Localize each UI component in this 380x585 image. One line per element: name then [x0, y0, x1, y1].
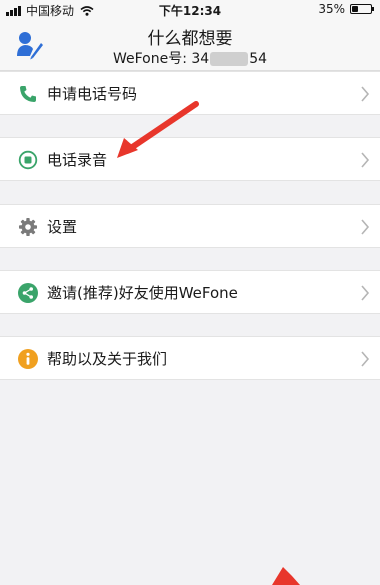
menu-item-invite-friends[interactable]: 邀请(推荐)好友使用WeFone: [0, 270, 380, 314]
chevron-right-icon: [361, 152, 370, 168]
wefone-id-suffix: 54: [249, 51, 268, 67]
battery-percent: 35%: [318, 2, 345, 16]
profile-name: 什么都想要: [147, 29, 233, 49]
menu-item-call-recording[interactable]: 电话录音: [0, 137, 380, 181]
chevron-right-icon: [361, 351, 370, 367]
chevron-right-icon: [361, 86, 370, 102]
wefone-id: WeFone号: 34 54: [0, 48, 380, 68]
battery-icon: [350, 4, 374, 14]
battery-fill: [352, 6, 359, 12]
menu-item-help-about[interactable]: 帮助以及关于我们: [0, 336, 380, 380]
menu-item-label: 电话录音: [47, 151, 108, 169]
chevron-right-icon: [361, 285, 370, 301]
status-bar: 中国移动 下午12:34 35%: [0, 0, 380, 18]
chevron-right-icon: [361, 219, 370, 235]
menu-item-apply-number[interactable]: 申请电话号码: [0, 71, 380, 115]
menu-item-label: 帮助以及关于我们: [47, 350, 168, 368]
profile-header: 什么都想要 WeFone号: 34 54: [0, 18, 380, 71]
gear-icon: [19, 218, 37, 236]
wefone-id-prefix: WeFone号: 34: [112, 51, 210, 67]
menu-item-label: 设置: [47, 218, 78, 236]
redacted-block: [210, 52, 249, 66]
status-right: 35%: [318, 2, 374, 16]
menu-item-label: 申请电话号码: [47, 85, 138, 103]
record-icon: [18, 150, 38, 170]
menu-item-settings[interactable]: 设置: [0, 204, 380, 248]
share-icon: [18, 283, 38, 303]
menu-item-label: 邀请(推荐)好友使用WeFone: [47, 284, 238, 302]
phone-icon: [20, 86, 36, 102]
info-icon: [18, 349, 38, 369]
